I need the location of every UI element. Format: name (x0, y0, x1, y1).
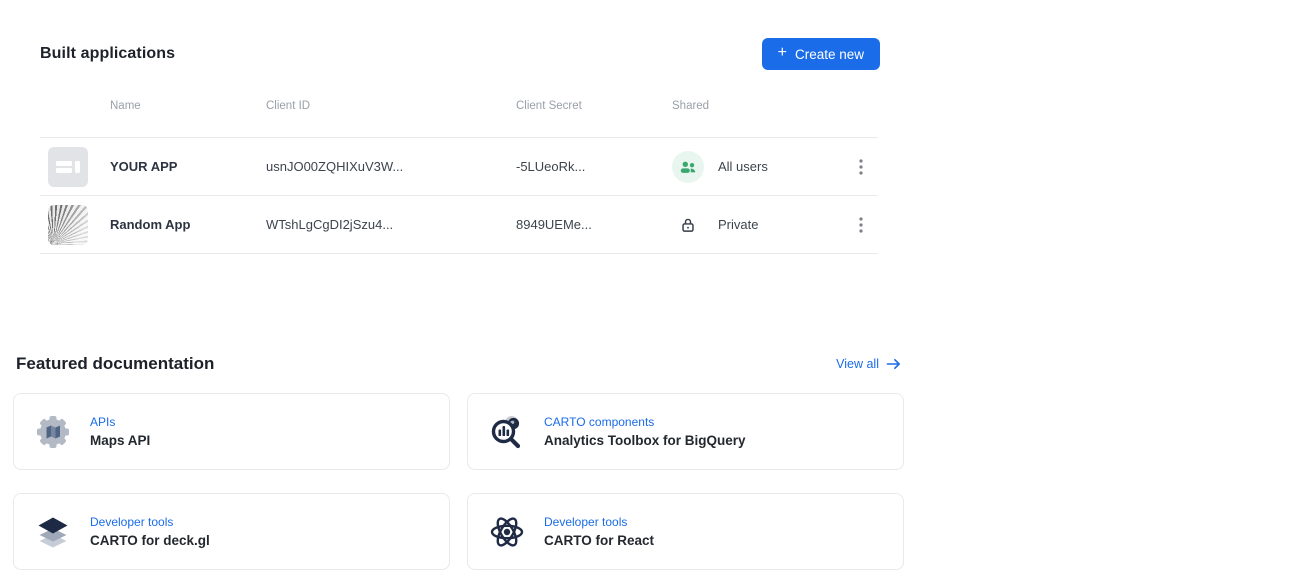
react-icon (487, 512, 527, 552)
app-name: Random App (110, 217, 266, 232)
users-icon (672, 151, 704, 183)
doc-card-deck-gl[interactable]: Developer tools CARTO for deck.gl (13, 493, 450, 570)
doc-card-analytics-toolbox[interactable]: CARTO components Analytics Toolbox for B… (467, 393, 904, 470)
app-thumbnail-icon (48, 147, 88, 187)
shared-label: Private (718, 217, 758, 232)
plus-icon: + (778, 45, 787, 61)
create-new-button[interactable]: + Create new (762, 38, 880, 70)
featured-documentation-header: Featured documentation View all (13, 354, 904, 374)
kebab-icon (859, 217, 863, 233)
documentation-cards: APIs Maps API CARTO components Analytics… (13, 393, 904, 570)
doc-card-title: Maps API (90, 433, 150, 448)
column-header-client-id: Client ID (266, 100, 516, 112)
built-applications-section: Built applications + Create new Name Cli… (40, 38, 880, 254)
view-all-label: View all (836, 357, 879, 371)
table-row: Random App WTshLgCgDI2jSzu4... 8949UEMe.… (40, 196, 878, 254)
column-header-name: Name (110, 100, 266, 112)
layout-glyph-icon (48, 147, 88, 187)
doc-card-title: CARTO for deck.gl (90, 533, 210, 548)
client-id-value: usnJO00ZQHIXuV3W... (266, 159, 516, 174)
lock-icon (672, 209, 704, 241)
built-applications-title: Built applications (40, 45, 175, 63)
view-all-link[interactable]: View all (836, 357, 901, 371)
featured-documentation-title: Featured documentation (16, 354, 214, 374)
doc-card-category: Developer tools (544, 515, 654, 529)
row-menu-button[interactable] (857, 213, 878, 237)
maps-api-icon (33, 412, 73, 452)
applications-table: Name Client ID Client Secret Shared YOUR… (40, 94, 878, 254)
client-secret-value: -5LUeoRk... (516, 159, 672, 174)
doc-card-title: CARTO for React (544, 533, 654, 548)
doc-card-category: CARTO components (544, 415, 746, 429)
column-header-client-secret: Client Secret (516, 100, 672, 112)
kebab-icon (859, 159, 863, 175)
built-applications-header: Built applications + Create new (40, 38, 880, 70)
doc-card-react[interactable]: Developer tools CARTO for React (467, 493, 904, 570)
doc-card-category: APIs (90, 415, 150, 429)
shared-label: All users (718, 159, 768, 174)
client-secret-value: 8949UEMe... (516, 217, 672, 232)
app-thumbnail-image (48, 205, 88, 245)
shared-status: All users (672, 151, 857, 183)
column-header-shared: Shared (672, 100, 857, 112)
doc-card-title: Analytics Toolbox for BigQuery (544, 433, 746, 448)
featured-documentation-section: Featured documentation View all (13, 354, 904, 570)
analytics-toolbox-icon (487, 412, 527, 452)
table-row: YOUR APP usnJO00ZQHIXuV3W... -5LUeoRk...… (40, 138, 878, 196)
create-new-label: Create new (795, 47, 864, 62)
deck-gl-icon (33, 512, 73, 552)
table-header-row: Name Client ID Client Secret Shared (40, 94, 878, 138)
arrow-right-icon (886, 358, 901, 370)
doc-card-category: Developer tools (90, 515, 210, 529)
client-id-value: WTshLgCgDI2jSzu4... (266, 217, 516, 232)
doc-card-maps-api[interactable]: APIs Maps API (13, 393, 450, 470)
shared-status: Private (672, 209, 857, 241)
app-name: YOUR APP (110, 159, 266, 174)
row-menu-button[interactable] (857, 155, 878, 179)
